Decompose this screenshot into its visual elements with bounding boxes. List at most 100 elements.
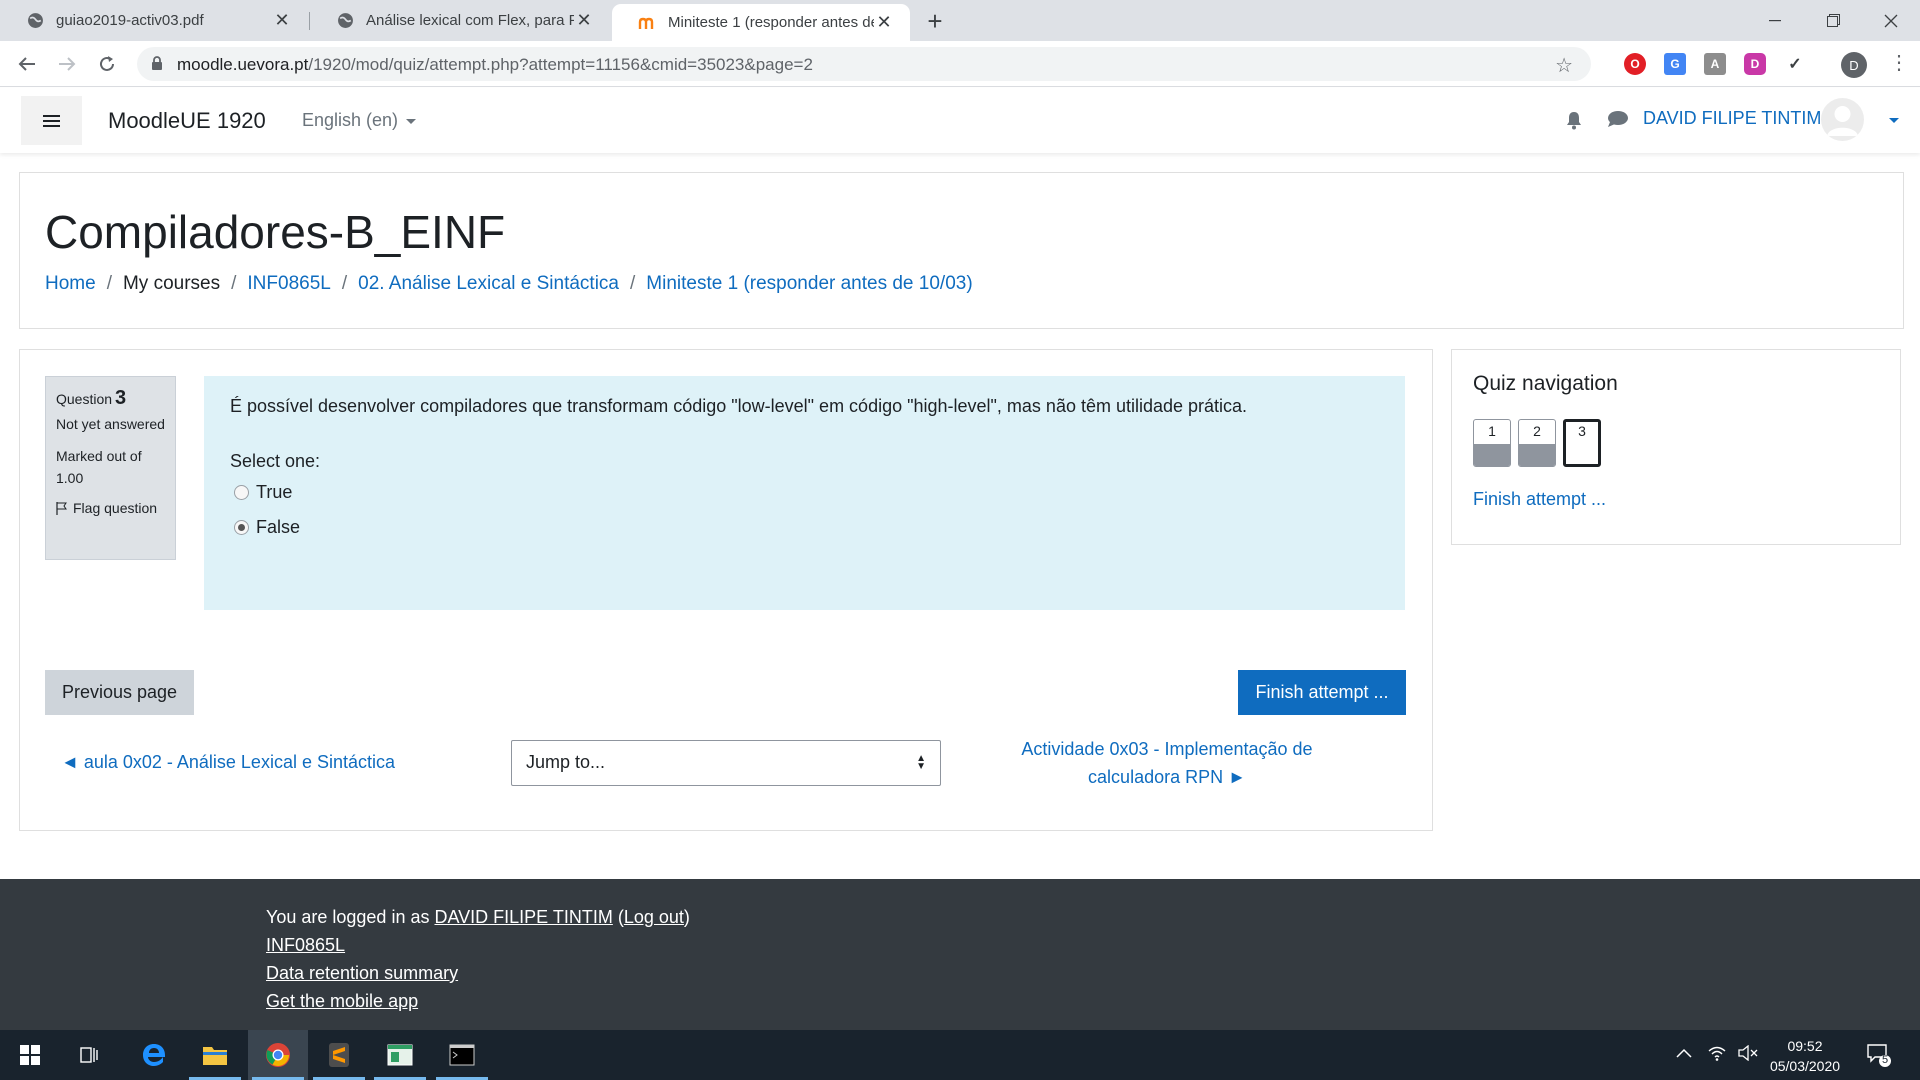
- browser-tab-bar: guiao2019-activ03.pdf ✕ Análise lexical …: [0, 0, 1920, 41]
- forward-arrow-icon[interactable]: [51, 48, 83, 80]
- next-activity-line1[interactable]: Actividade 0x03 - Implementação de: [1002, 735, 1332, 763]
- finish-attempt-button[interactable]: Finish attempt ...: [1238, 670, 1406, 715]
- close-window-icon[interactable]: [1862, 0, 1920, 41]
- quiz-navigation-block: Quiz navigation 1 2 3 Finish attempt ...: [1451, 349, 1901, 545]
- sublime-text-icon[interactable]: [309, 1030, 369, 1080]
- quiz-nav-button-2[interactable]: 2: [1518, 419, 1556, 467]
- browser-menu-icon[interactable]: ⋮: [1889, 50, 1909, 75]
- url-host: moodle.uevora.pt: [177, 55, 309, 74]
- previous-activity-link[interactable]: ◄ aula 0x02 - Análise Lexical e Sintácti…: [61, 752, 395, 773]
- browser-tab-pdf[interactable]: guiao2019-activ03.pdf ✕: [0, 0, 308, 41]
- question-content: É possível desenvolver compiladores que …: [204, 376, 1405, 610]
- flag-icon: [56, 501, 67, 515]
- quiz-navigation-title: Quiz navigation: [1473, 372, 1618, 395]
- next-activity-link[interactable]: Actividade 0x03 - Implementação de calcu…: [1002, 735, 1332, 791]
- user-avatar[interactable]: [1821, 98, 1864, 141]
- answer-label[interactable]: False: [256, 517, 300, 538]
- quiz-nav-number: 1: [1488, 423, 1496, 439]
- moodle-favicon-icon: [638, 14, 656, 32]
- answer-label[interactable]: True: [256, 482, 292, 503]
- reload-icon[interactable]: [91, 48, 123, 80]
- browser-tab-quiz[interactable]: Miniteste 1 (responder antes de 10/03) ✕: [612, 4, 910, 41]
- globe-icon: [26, 12, 44, 30]
- breadcrumb-home[interactable]: Home: [45, 273, 96, 295]
- question-state: Not yet answered: [56, 416, 165, 432]
- chevron-down-icon[interactable]: [1889, 118, 1899, 123]
- action-center-icon[interactable]: 5: [1866, 1042, 1892, 1073]
- close-tab-icon[interactable]: ✕: [874, 12, 894, 33]
- logout-link[interactable]: Log out: [624, 907, 684, 927]
- new-tab-icon[interactable]: +: [922, 6, 948, 36]
- chrome-icon[interactable]: [248, 1030, 308, 1080]
- notepad-app-icon[interactable]: [370, 1030, 430, 1080]
- site-name[interactable]: MoodleUE 1920: [108, 108, 266, 134]
- breadcrumb-section[interactable]: 02. Análise Lexical e Sintáctica: [358, 273, 619, 295]
- breadcrumb: Home / My courses / INF0865L / 02. Análi…: [45, 273, 973, 295]
- quiz-nav-button-3[interactable]: 3: [1563, 419, 1601, 467]
- previous-page-button[interactable]: Previous page: [45, 670, 194, 715]
- data-retention-link[interactable]: Data retention summary: [266, 963, 458, 983]
- answer-option-false[interactable]: False: [234, 517, 1379, 538]
- mobile-app-link[interactable]: Get the mobile app: [266, 991, 418, 1011]
- messages-icon[interactable]: [1607, 110, 1629, 133]
- terminal-icon[interactable]: [432, 1030, 492, 1080]
- moodle-navbar: MoodleUE 1920 English (en) DAVID FILIPE …: [0, 88, 1920, 153]
- breadcrumb-quiz[interactable]: Miniteste 1 (responder antes de 10/03): [646, 273, 972, 295]
- quiz-nav-number: 2: [1533, 423, 1541, 439]
- tab-title: guiao2019-activ03.pdf: [56, 12, 204, 29]
- page-title: Compiladores-B_EINF: [45, 206, 506, 258]
- radio-false[interactable]: [234, 520, 249, 535]
- question-text: É possível desenvolver compiladores que …: [230, 396, 1248, 416]
- lock-icon: [151, 56, 163, 76]
- footer-user-link[interactable]: DAVID FILIPE TINTIM: [434, 907, 612, 927]
- question-grade: Marked out of 1.00: [56, 448, 142, 486]
- edge-browser-icon[interactable]: [124, 1030, 184, 1080]
- task-view-icon[interactable]: [60, 1030, 120, 1080]
- tab-title: Análise lexical com Flex, para Flex: [366, 12, 574, 29]
- check-extension-icon[interactable]: ✓: [1784, 53, 1806, 75]
- hamburger-menu-icon[interactable]: [21, 96, 82, 145]
- bell-icon[interactable]: [1565, 110, 1583, 135]
- language-selector[interactable]: English (en): [302, 110, 417, 131]
- finish-attempt-link[interactable]: Finish attempt ...: [1473, 489, 1606, 510]
- file-explorer-icon[interactable]: [185, 1030, 245, 1080]
- answer-option-true[interactable]: True: [234, 482, 1379, 503]
- language-label: English (en): [302, 110, 399, 130]
- translate-extension-icon[interactable]: G: [1664, 53, 1686, 75]
- restore-icon[interactable]: [1804, 0, 1862, 41]
- back-arrow-icon[interactable]: [11, 48, 43, 80]
- notification-count: 5: [1881, 1054, 1889, 1066]
- browser-tab-flex[interactable]: Análise lexical com Flex, para Flex ✕: [310, 0, 610, 41]
- wifi-icon[interactable]: [1708, 1045, 1726, 1066]
- close-tab-icon[interactable]: ✕: [272, 10, 292, 31]
- d-extension-icon[interactable]: D: [1744, 53, 1766, 75]
- jump-to-select[interactable]: Jump to... ▲ ▼: [511, 740, 941, 786]
- volume-muted-icon[interactable]: [1738, 1044, 1758, 1066]
- next-activity-line2[interactable]: calculadora RPN ►: [1002, 763, 1332, 791]
- radio-true[interactable]: [234, 485, 249, 500]
- browser-toolbar: moodle.uevora.pt/1920/mod/quiz/attempt.p…: [0, 41, 1920, 87]
- footer-course-link[interactable]: INF0865L: [266, 935, 345, 955]
- bookmark-star-icon[interactable]: ☆: [1555, 53, 1573, 78]
- select-arrows-icon: ▲ ▼: [916, 753, 926, 772]
- pdf-extension-icon[interactable]: A: [1704, 53, 1726, 75]
- tray-chevron-up-icon[interactable]: [1676, 1045, 1692, 1063]
- clock-time: 09:52: [1787, 1038, 1823, 1054]
- breadcrumb-course[interactable]: INF0865L: [247, 273, 330, 295]
- user-menu-name[interactable]: DAVID FILIPE TINTIM: [1643, 108, 1821, 129]
- address-bar[interactable]: moodle.uevora.pt/1920/mod/quiz/attempt.p…: [137, 47, 1591, 81]
- logged-in-prefix: You are logged in as: [266, 907, 430, 927]
- close-tab-icon[interactable]: ✕: [574, 10, 594, 31]
- profile-avatar[interactable]: D: [1841, 52, 1867, 78]
- opera-extension-icon[interactable]: O: [1624, 53, 1646, 75]
- windows-start-icon[interactable]: [0, 1030, 60, 1080]
- quiz-nav-button-1[interactable]: 1: [1473, 419, 1511, 467]
- flag-question-button[interactable]: Flag question: [56, 497, 165, 519]
- answered-indicator: [1519, 444, 1555, 466]
- breadcrumb-separator: /: [106, 273, 112, 294]
- question-label: Question: [56, 391, 113, 407]
- windows-taskbar: 09:52 05/03/2020 5: [0, 1030, 1920, 1080]
- question-info: Question 3 Not yet answered Marked out of…: [45, 376, 176, 560]
- system-clock[interactable]: 09:52 05/03/2020: [1760, 1036, 1850, 1076]
- minimize-icon[interactable]: [1746, 0, 1804, 41]
